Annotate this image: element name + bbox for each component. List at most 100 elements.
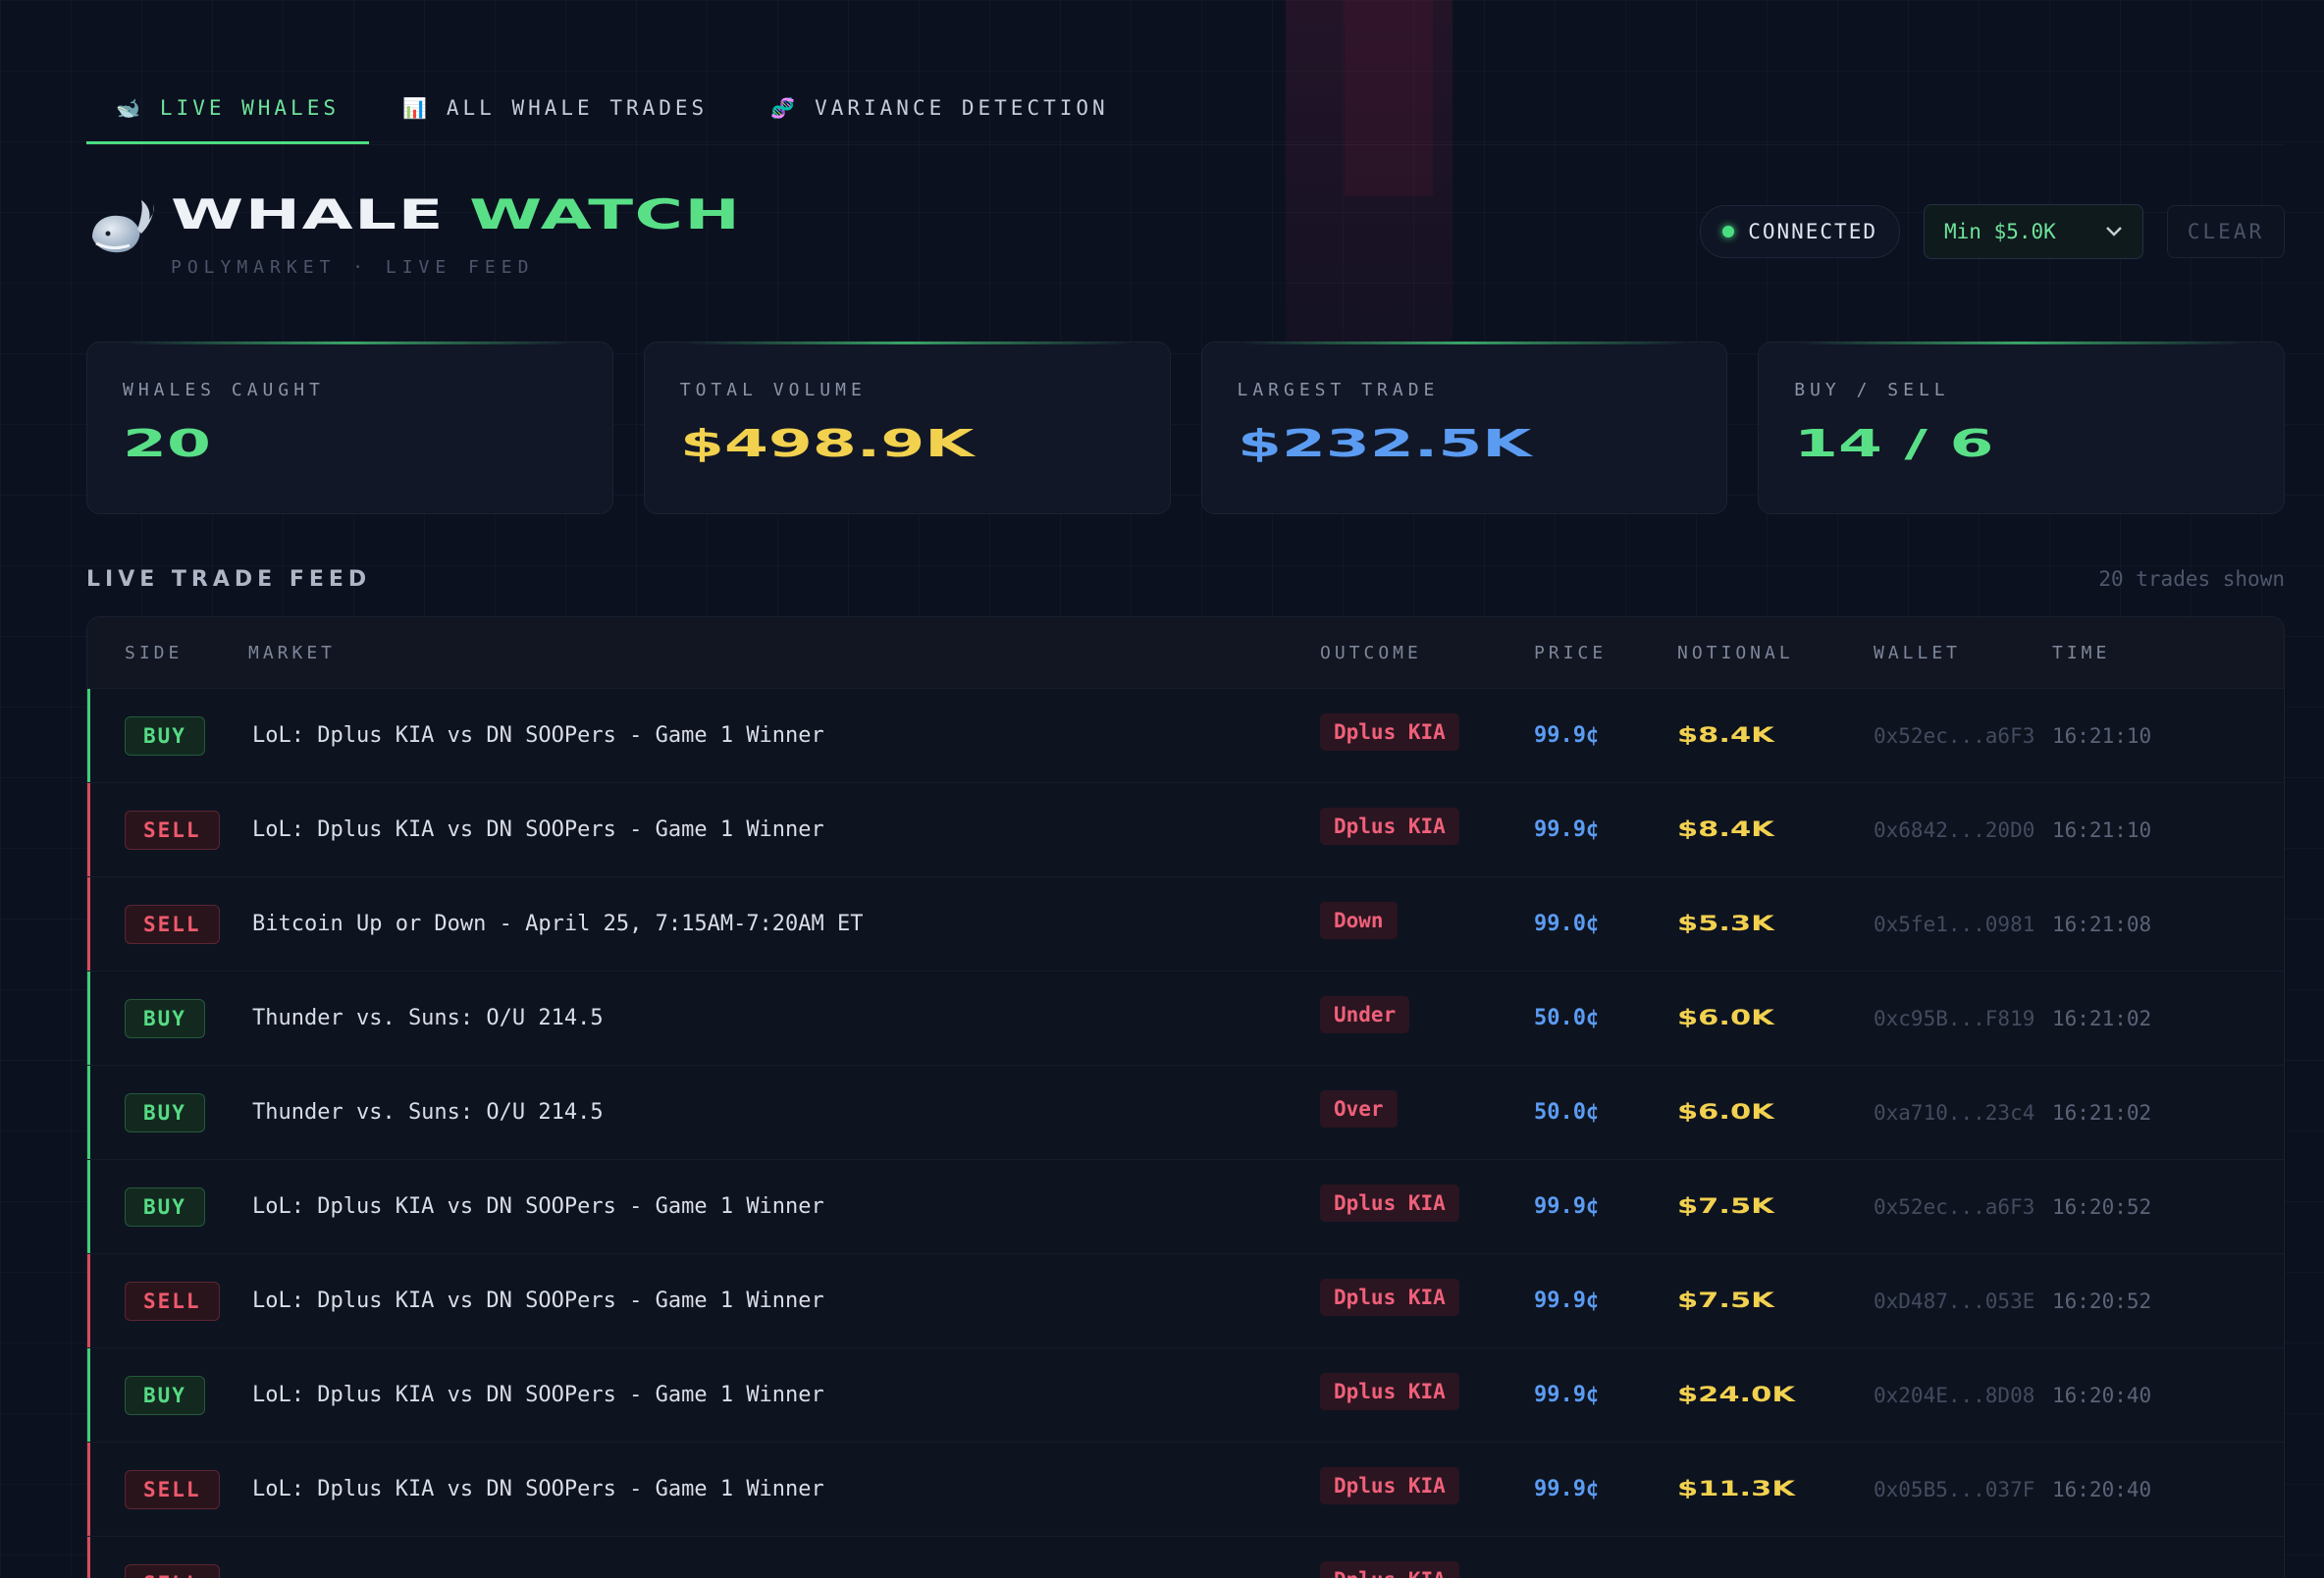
column-header-time: TIME — [2052, 642, 2111, 663]
table-row[interactable]: BUY LoL: Dplus KIA vs DN SOOPers - Game … — [87, 1159, 2284, 1253]
notional-value: $8.4K — [1677, 817, 1774, 841]
column-header-notional: NOTIONAL — [1677, 642, 1794, 663]
side-cell: BUY — [87, 715, 248, 756]
outcome-badge: Dplus KIA — [1320, 1278, 1459, 1316]
app-container: 🐋 LIVE WHALES 📊 ALL WHALE TRADES 🧬 VARIA… — [86, 0, 2285, 1578]
side-badge: SELL — [125, 904, 220, 944]
table-row[interactable]: SELL Dplus KIA — [87, 1536, 2284, 1578]
trade-time: 16:21:02 — [2052, 1100, 2152, 1125]
market-cell: Thunder vs. Suns: O/U 214.5 — [252, 1100, 604, 1125]
tab-label: VARIANCE DETECTION — [815, 95, 1109, 120]
table-row[interactable]: BUY Thunder vs. Suns: O/U 214.5 Over 50.… — [87, 1065, 2284, 1159]
wallet-address[interactable]: 0x204E...8D08 — [1874, 1384, 2052, 1407]
feed-count: 20 trades shown — [2098, 567, 2285, 591]
price-cell: 50.0¢ — [1534, 1100, 1600, 1125]
table-row[interactable]: BUY LoL: Dplus KIA vs DN SOOPers - Game … — [87, 688, 2284, 782]
connection-status-label: CONNECTED — [1748, 220, 1877, 243]
min-notional-select[interactable]: Min $5.0K — [1924, 204, 2143, 259]
stat-label: WHALES CAUGHT — [123, 380, 325, 400]
table-row[interactable]: SELL LoL: Dplus KIA vs DN SOOPers - Game… — [87, 1442, 2284, 1536]
trade-time: 16:20:40 — [2052, 1477, 2152, 1501]
table-row[interactable]: SELL Bitcoin Up or Down - April 25, 7:15… — [87, 876, 2284, 971]
wallet-address[interactable]: 0xD487...053E — [1874, 1289, 2052, 1313]
trade-time: 16:21:08 — [2052, 912, 2152, 936]
stat-label: TOTAL VOLUME — [679, 380, 867, 400]
market-cell: LoL: Dplus KIA vs DN SOOPers - Game 1 Wi… — [252, 1194, 824, 1219]
header-controls: CONNECTED Min $5.0K CLEAR — [1700, 204, 2285, 259]
chevron-down-icon — [2106, 227, 2122, 237]
market-cell: LoL: Dplus KIA vs DN SOOPers - Game 1 Wi… — [252, 1477, 824, 1501]
stat-card-largest-trade: LARGEST TRADE $232.5K — [1200, 342, 1728, 514]
wallet-address[interactable]: 0x52ec...a6F3 — [1874, 1195, 2052, 1219]
dna-icon: 🧬 — [770, 95, 800, 120]
table-row[interactable]: BUY Thunder vs. Suns: O/U 214.5 Under 50… — [87, 971, 2284, 1065]
tab-live-whales[interactable]: 🐋 LIVE WHALES — [86, 74, 369, 144]
app-title: WHALE WATCH — [171, 190, 741, 238]
trade-time: 16:20:52 — [2052, 1194, 2152, 1219]
side-cell: BUY — [87, 1186, 248, 1227]
trade-time: 16:21:10 — [2052, 817, 2152, 842]
tab-variance-detection[interactable]: 🧬 VARIANCE DETECTION — [741, 74, 1137, 144]
side-badge: SELL — [125, 1469, 220, 1509]
outcome-cell: Over — [1320, 1089, 1534, 1131]
notional-value: $7.5K — [1677, 1289, 1774, 1312]
outcome-cell: Dplus KIA — [1320, 712, 1534, 755]
stat-card-whales-caught: WHALES CAUGHT 20 — [86, 342, 613, 514]
wallet-address[interactable]: 0x05B5...037F — [1874, 1478, 2052, 1501]
trade-time: 16:21:02 — [2052, 1006, 2152, 1030]
side-badge: BUY — [125, 1092, 205, 1132]
stat-label: BUY / SELL — [1794, 380, 1950, 400]
outcome-badge: Dplus KIA — [1320, 1560, 1459, 1578]
column-header-outcome: OUTCOME — [1320, 642, 1422, 663]
trade-table: SIDE MARKET OUTCOME PRICE NOTIONAL WALLE… — [86, 616, 2285, 1578]
table-header: SIDE MARKET OUTCOME PRICE NOTIONAL WALLE… — [87, 617, 2284, 688]
outcome-badge: Dplus KIA — [1320, 1372, 1459, 1410]
tab-all-whale-trades[interactable]: 📊 ALL WHALE TRADES — [373, 74, 737, 144]
notional-cell: $6.0K — [1677, 1100, 1874, 1125]
notional-value: $11.3K — [1677, 1477, 1795, 1500]
notional-cell: $8.4K — [1677, 723, 1874, 748]
price-cell: 50.0¢ — [1534, 1006, 1600, 1030]
side-badge: BUY — [125, 715, 205, 756]
outcome-badge: Under — [1320, 995, 1410, 1033]
table-row[interactable]: BUY LoL: Dplus KIA vs DN SOOPers - Game … — [87, 1347, 2284, 1442]
table-row[interactable]: SELL LoL: Dplus KIA vs DN SOOPers - Game… — [87, 1253, 2284, 1347]
stat-label: LARGEST TRADE — [1237, 380, 1440, 400]
price-cell: 99.9¢ — [1534, 723, 1600, 748]
side-cell: BUY — [87, 1375, 248, 1415]
wallet-address[interactable]: 0x52ec...a6F3 — [1874, 724, 2052, 748]
trade-time: 16:20:40 — [2052, 1383, 2152, 1407]
outcome-cell: Dplus KIA — [1320, 1560, 1534, 1578]
side-cell: BUY — [87, 1092, 248, 1132]
side-badge: SELL — [125, 1563, 220, 1578]
price-cell: 99.0¢ — [1534, 912, 1600, 936]
outcome-cell: Dplus KIA — [1320, 807, 1534, 849]
side-badge: SELL — [125, 1281, 220, 1321]
stat-card-buy-sell: BUY / SELL 14 / 6 — [1758, 342, 2285, 514]
wallet-address[interactable]: 0xa710...23c4 — [1874, 1101, 2052, 1125]
side-cell: SELL — [87, 1281, 248, 1321]
clear-button[interactable]: CLEAR — [2167, 205, 2285, 258]
notional-cell: $5.3K — [1677, 912, 1874, 936]
wallet-address[interactable]: 0x6842...20D0 — [1874, 818, 2052, 842]
app-title-part1: WHALE — [171, 190, 446, 238]
notional-value: $7.5K — [1677, 1194, 1774, 1218]
notional-value: $6.0K — [1677, 1006, 1774, 1029]
bar-chart-icon: 📊 — [401, 95, 431, 120]
trade-time: 16:20:52 — [2052, 1289, 2152, 1313]
table-row[interactable]: SELL LoL: Dplus KIA vs DN SOOPers - Game… — [87, 782, 2284, 876]
notional-value: $5.3K — [1677, 912, 1774, 935]
side-badge: BUY — [125, 1375, 205, 1415]
notional-cell: $7.5K — [1677, 1194, 1874, 1219]
outcome-cell: Dplus KIA — [1320, 1372, 1534, 1414]
column-header-wallet: WALLET — [1874, 642, 1962, 663]
whale-icon: 🐋 — [116, 95, 144, 120]
wallet-address[interactable]: 0x5fe1...0981 — [1874, 913, 2052, 936]
column-header-market: MARKET — [248, 642, 337, 663]
market-cell: LoL: Dplus KIA vs DN SOOPers - Game 1 Wi… — [252, 1383, 824, 1407]
side-cell: SELL — [87, 1469, 248, 1509]
wallet-address[interactable]: 0xc95B...F819 — [1874, 1007, 2052, 1030]
market-cell: Thunder vs. Suns: O/U 214.5 — [252, 1006, 604, 1030]
tab-label: LIVE WHALES — [159, 95, 340, 120]
market-cell: Bitcoin Up or Down - April 25, 7:15AM-7:… — [252, 912, 864, 936]
